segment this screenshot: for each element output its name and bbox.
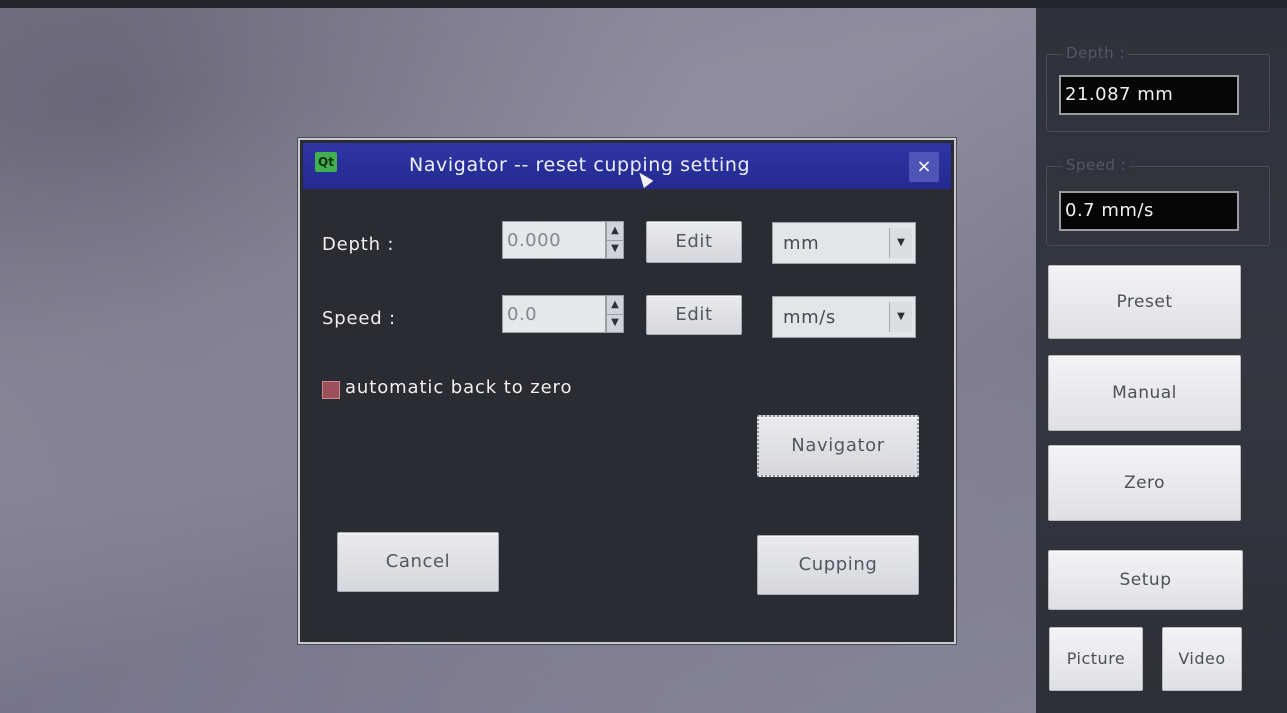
preset-button[interactable]: Preset [1048, 265, 1241, 339]
depth-label: Depth : [322, 234, 395, 255]
speed-stepper[interactable]: ▲ ▼ [606, 295, 624, 333]
speed-readout-value: 0.7 mm/s [1059, 191, 1239, 231]
cupping-button[interactable]: Cupping [757, 535, 919, 595]
auto-zero-label[interactable]: automatic back to zero [345, 377, 572, 398]
auto-zero-checkbox[interactable] [322, 381, 340, 399]
navigator-dialog: Qt Navigator -- reset cupping setting × … [298, 138, 956, 644]
speed-label: Speed : [322, 308, 396, 329]
video-button[interactable]: Video [1162, 627, 1242, 691]
picture-button[interactable]: Picture [1049, 627, 1143, 691]
depth-readout-value: 21.087 mm [1059, 75, 1239, 115]
speed-unit-value: mm/s [783, 307, 836, 328]
chevron-down-icon[interactable]: ▼ [889, 302, 912, 332]
depth-decrement-icon[interactable]: ▼ [607, 240, 623, 258]
setup-button[interactable]: Setup [1048, 550, 1243, 610]
zero-button[interactable]: Zero [1048, 445, 1241, 521]
speed-decrement-icon[interactable]: ▼ [607, 314, 623, 332]
depth-unit-value: mm [783, 233, 820, 254]
chevron-down-icon[interactable]: ▼ [889, 228, 912, 258]
speed-edit-button[interactable]: Edit [646, 295, 742, 335]
top-strip [0, 0, 1287, 8]
close-button[interactable]: × [909, 152, 939, 182]
qt-logo-icon: Qt [315, 152, 337, 172]
dialog-title-bar[interactable]: Qt Navigator -- reset cupping setting × [303, 143, 951, 189]
speed-unit-select[interactable]: mm/s ▼ [772, 296, 916, 338]
speed-readout-title: Speed : [1063, 156, 1130, 174]
depth-stepper[interactable]: ▲ ▼ [606, 221, 624, 259]
cancel-button[interactable]: Cancel [337, 532, 499, 592]
speed-readout-group: Speed : 0.7 mm/s [1046, 156, 1270, 246]
dialog-title: Navigator -- reset cupping setting [409, 154, 751, 176]
speed-input[interactable]: 0.0 [502, 295, 606, 333]
depth-unit-select[interactable]: mm ▼ [772, 222, 916, 264]
screen: Depth : 21.087 mm Speed : 0.7 mm/s Prese… [0, 0, 1287, 713]
manual-button[interactable]: Manual [1048, 355, 1241, 431]
depth-edit-button[interactable]: Edit [646, 221, 742, 263]
speed-increment-icon[interactable]: ▲ [607, 296, 623, 315]
navigator-button[interactable]: Navigator [757, 415, 919, 477]
depth-readout-title: Depth : [1063, 44, 1129, 62]
depth-increment-icon[interactable]: ▲ [607, 222, 623, 241]
depth-input[interactable]: 0.000 [502, 221, 606, 259]
depth-readout-group: Depth : 21.087 mm [1046, 44, 1270, 132]
